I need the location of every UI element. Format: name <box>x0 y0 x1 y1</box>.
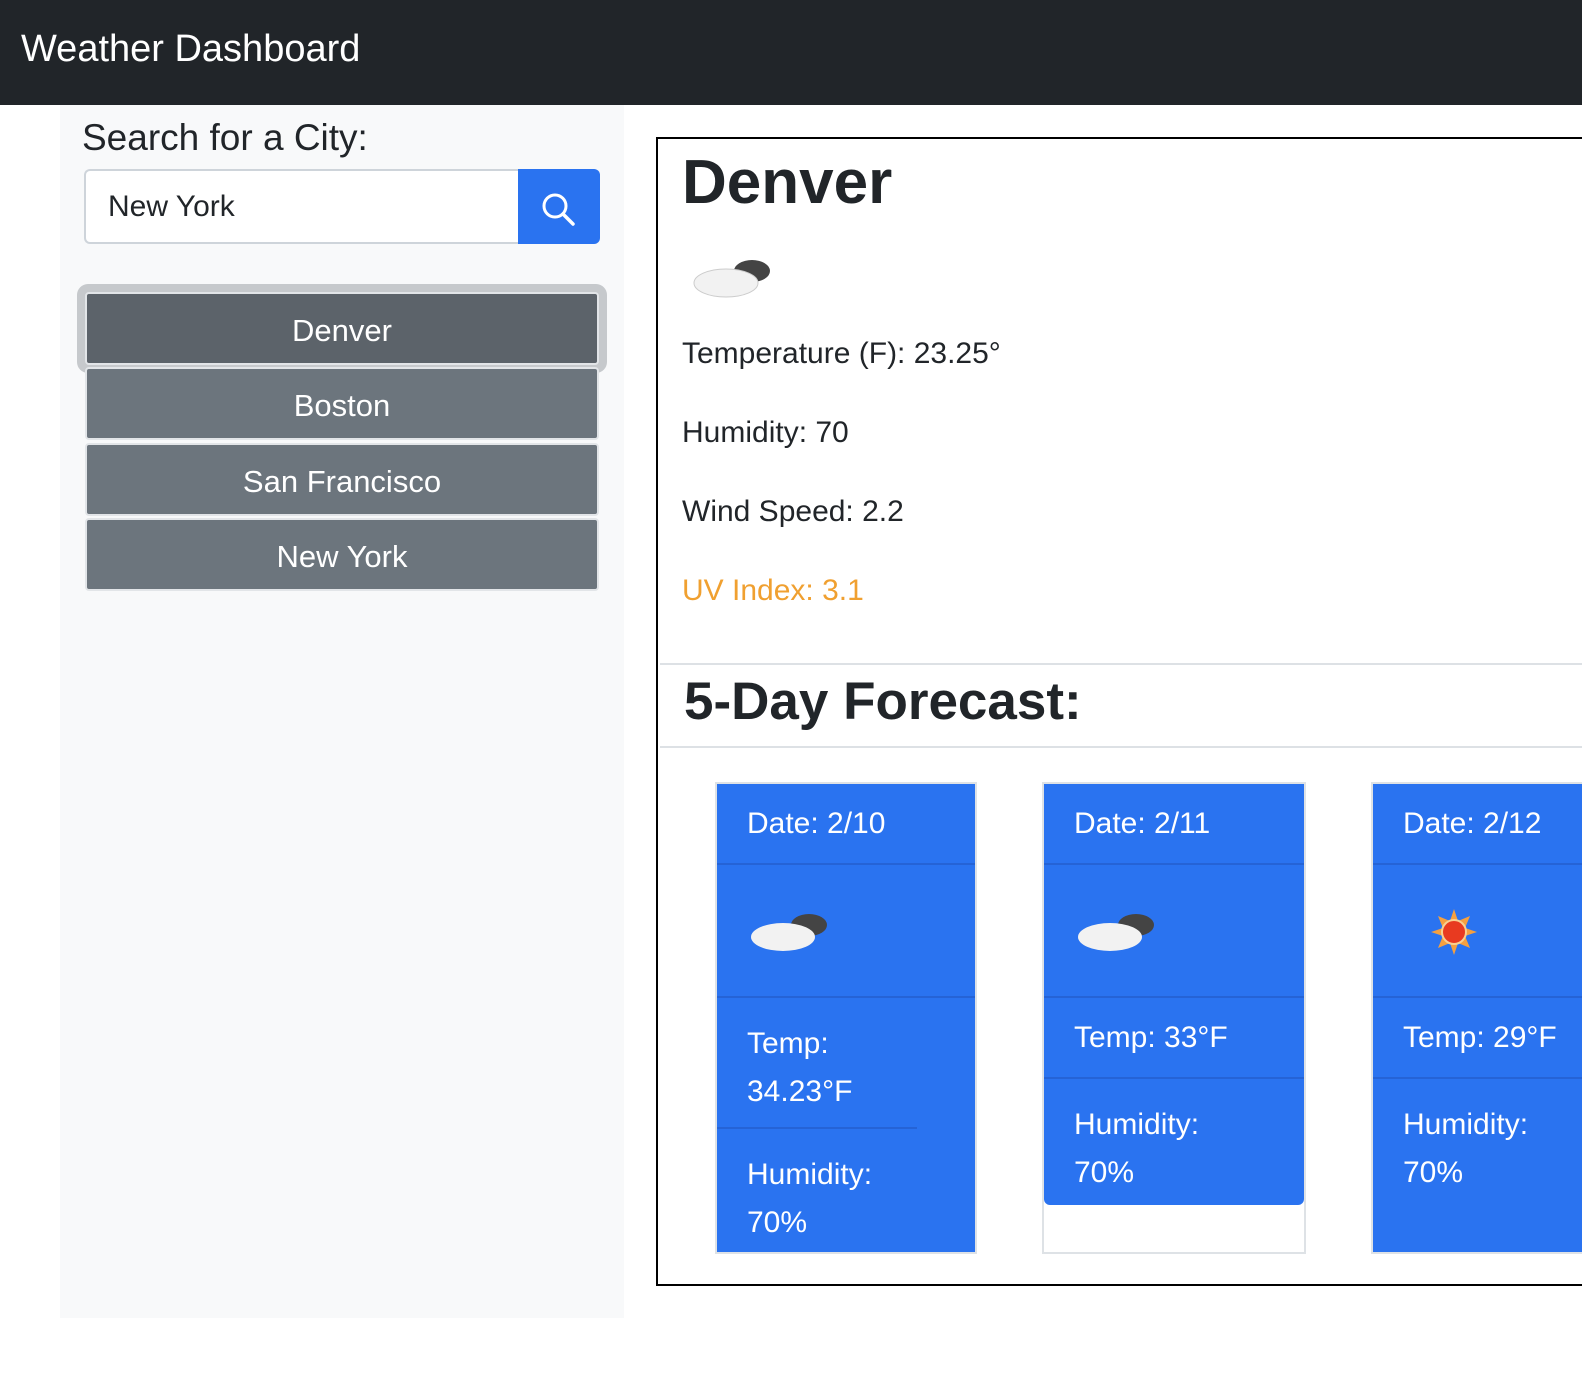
temperature-text: Temperature (F): 23.25° <box>682 337 1001 370</box>
forecast-humidity: Humidity: 70% <box>1403 1108 1529 1189</box>
wind-speed-text: Wind Speed: 2.2 <box>682 495 904 528</box>
forecast-date: Date: 2/10 <box>717 784 975 865</box>
forecast-humidity: Humidity: 70% <box>1074 1108 1200 1189</box>
forecast-card: Date: 2/11 Temp: 33°F Humidity: 70% <box>1042 782 1306 1254</box>
forecast-card: Date: 2/12 Temp: 29°F Humidity: 70% <box>1371 782 1582 1254</box>
city-button-san-francisco[interactable]: San Francisco <box>85 443 599 516</box>
forecast-temp: Temp: 29°F <box>1373 998 1582 1079</box>
forecast-date: Date: 2/12 <box>1373 784 1582 865</box>
city-button-boston[interactable]: Boston <box>85 367 599 440</box>
city-button-new-york[interactable]: New York <box>85 518 599 591</box>
forecast-humidity: Humidity: 70% <box>717 1127 917 1247</box>
search-icon <box>542 193 575 226</box>
sun-icon <box>1431 909 1477 955</box>
app-title: Weather Dashboard <box>21 28 361 70</box>
forecast-date: Date: 2/11 <box>1044 784 1304 865</box>
cloudy-icon <box>1078 914 1154 951</box>
search-heading: Search for a City: <box>82 117 368 158</box>
city-button-denver[interactable]: Denver <box>85 292 599 365</box>
city-name: Denver <box>682 148 893 217</box>
navbar: Weather Dashboard <box>0 0 1582 105</box>
forecast-heading: 5-Day Forecast: <box>684 672 1082 731</box>
humidity-text: Humidity: 70 <box>682 416 849 449</box>
forecast-temp: Temp: 33°F <box>1044 998 1304 1079</box>
forecast-header: 5-Day Forecast: <box>660 663 1582 748</box>
forecast-card: Date: 2/10 Temp: 34.23°F Humidity: 70% <box>715 782 977 1254</box>
forecast-temp: Temp: 34.23°F <box>747 1027 853 1108</box>
current-weather-panel: Denver Temperature (F): 23.25° Humidity:… <box>656 137 1582 1286</box>
search-button[interactable] <box>518 169 600 244</box>
cloudy-icon <box>751 914 827 951</box>
sidebar: Search for a City: Denver Boston San Fra… <box>60 105 624 1318</box>
uv-index-text: UV Index: 3.1 <box>682 574 864 607</box>
cloudy-icon <box>693 260 770 298</box>
city-search-input[interactable] <box>84 169 520 244</box>
